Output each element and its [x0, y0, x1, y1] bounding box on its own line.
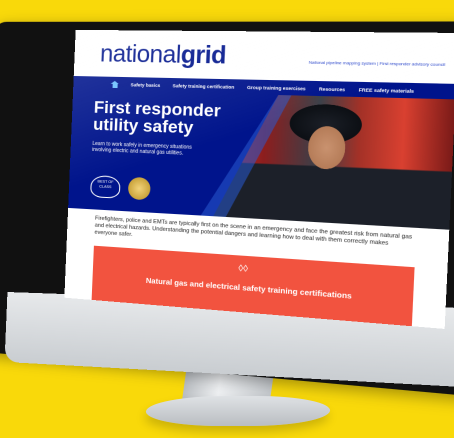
brand-logo-grid: grid	[180, 41, 227, 70]
top-links[interactable]: National pipeline mapping system | First…	[309, 59, 446, 67]
brand-logo-national: national	[99, 40, 182, 69]
best-of-class-badge: BEST OF CLASS	[90, 175, 121, 199]
hero-banner: First responder utility safety Learn to …	[68, 90, 454, 230]
monitor-stand-base	[142, 396, 334, 426]
screen: nationalgrid National pipeline mapping s…	[64, 29, 454, 329]
brand-logo[interactable]: nationalgrid	[100, 40, 227, 71]
nav-item-safety-training-certification[interactable]: Safety training certification	[172, 83, 234, 90]
certification-banner-title: Natural gas and electrical safety traini…	[145, 275, 353, 301]
nav-item-free-safety-materials[interactable]: FREE safety materials	[359, 87, 415, 94]
hero-title: First responder utility safety	[92, 97, 222, 138]
nav-item-resources[interactable]: Resources	[319, 86, 345, 92]
nav-item-group-training-exercises[interactable]: Group training exercises	[247, 84, 306, 91]
home-icon[interactable]	[111, 80, 119, 87]
nav-item-safety-basics[interactable]: Safety basics	[131, 82, 161, 88]
flame-icon: ◊◊	[238, 262, 249, 274]
